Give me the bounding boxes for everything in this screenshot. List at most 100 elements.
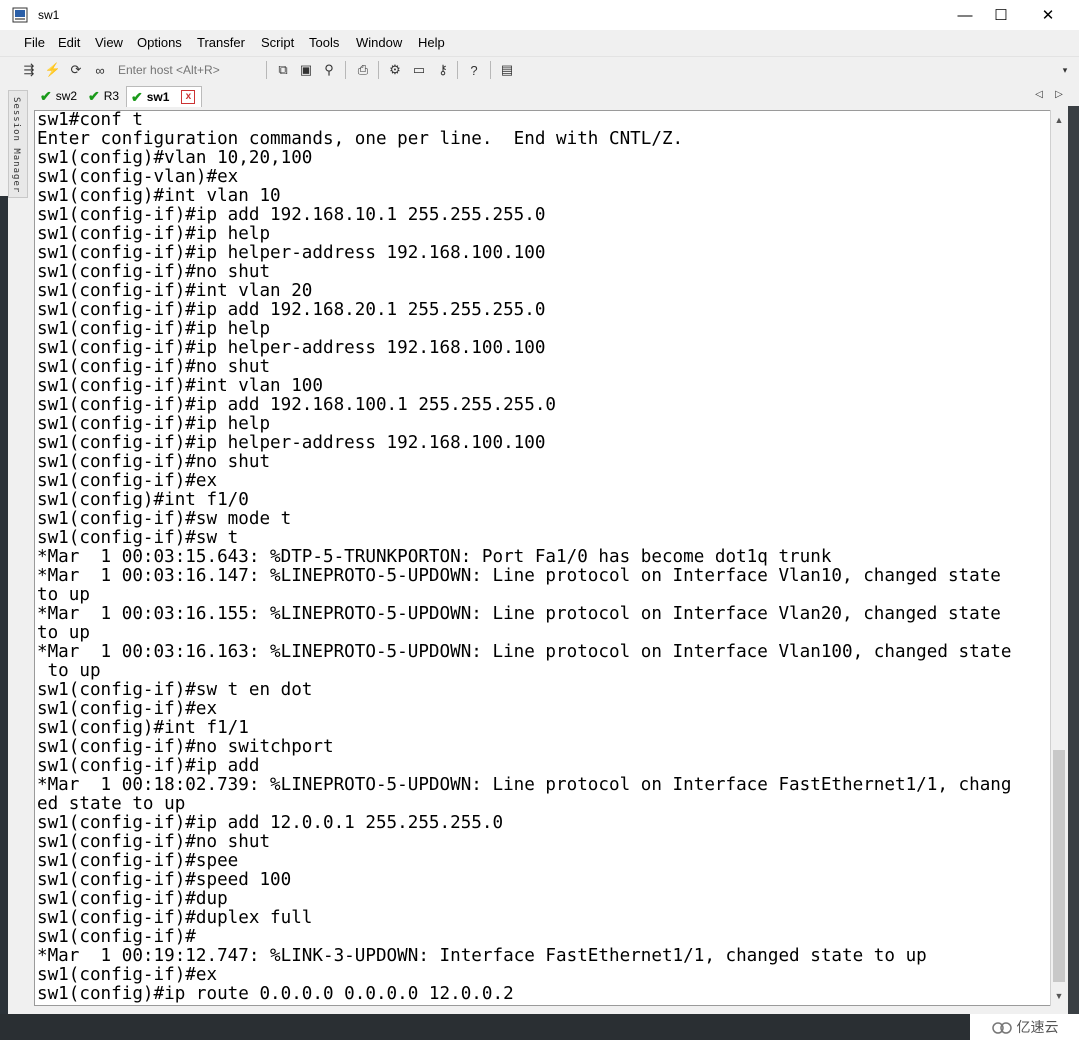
terminal-line: sw1(config-if)#ip add 192.168.100.1 255.… xyxy=(37,395,557,415)
menu-tools[interactable]: Tools xyxy=(309,35,339,50)
terminal-line: sw1(config-if)#ex xyxy=(37,699,218,719)
terminal-line: sw1(config)#ip route 0.0.0.0 0.0.0.0 12.… xyxy=(37,984,514,1004)
find-icon[interactable]: ⚲ xyxy=(320,61,338,79)
menu-transfer[interactable]: Transfer xyxy=(197,35,245,50)
toolbar-overflow-icon[interactable]: ▾ xyxy=(1056,61,1074,79)
terminal-line: *Mar 1 00:03:16.163: %LINEPROTO-5-UPDOWN… xyxy=(37,642,1012,662)
terminal-line: sw1(config-if)# xyxy=(37,927,196,947)
tab-scroll-right-icon[interactable]: ▷ xyxy=(1050,85,1068,103)
session-manager-panel[interactable]: Session Manager xyxy=(8,90,28,198)
toolbar-separator xyxy=(457,61,458,79)
help-icon[interactable]: ? xyxy=(465,61,483,79)
terminal-line: sw1(config-if)#ex xyxy=(37,471,218,491)
sftp-icon[interactable]: ▤ xyxy=(498,61,516,79)
host-input[interactable] xyxy=(114,61,268,78)
terminal-line: sw1(config-if)#int vlan 20 xyxy=(37,281,313,301)
terminal-line: to up xyxy=(37,623,90,643)
terminal-line: sw1(config-if)#sw t xyxy=(37,528,239,548)
terminal-line: sw1(config-if)#ip add xyxy=(37,756,260,776)
menu-edit[interactable]: Edit xyxy=(58,35,80,50)
app-icon xyxy=(12,7,28,23)
terminal-line: sw1#conf t xyxy=(37,110,143,130)
tab-label: R3 xyxy=(103,89,120,103)
scroll-up-icon[interactable]: ▲ xyxy=(1051,112,1067,128)
cloud-logo-icon xyxy=(991,1022,1012,1034)
terminal-line: sw1(config-if)#speed 100 xyxy=(37,870,292,890)
toolbar-separator xyxy=(266,61,267,79)
check-icon: ✔ xyxy=(40,87,52,104)
watermark-text: 亿速云 xyxy=(1016,1019,1059,1035)
terminal-line: sw1(config-vlan)#ex xyxy=(37,167,239,187)
terminal-line: sw1(config-if)#duplex full xyxy=(37,908,313,928)
check-icon: ✔ xyxy=(131,88,143,105)
session-tab-bar: ✔ sw2 ✔ R3 ✔ sw1 x ◁ ▷ xyxy=(0,84,1079,107)
terminal-line: sw1(config-if)#dup xyxy=(37,889,228,909)
watermark: 亿速云 xyxy=(970,1014,1079,1040)
menu-bar: File Edit View Options Transfer Script T… xyxy=(0,32,1079,54)
terminal-line: to up xyxy=(37,585,90,605)
toolbar: ⇶ ⚡ ⟳ ∞ ⧉ ▣ ⚲ ⎙ ⚙ ▭ ⚷ ? ▤ ▾ xyxy=(0,56,1079,83)
menu-script[interactable]: Script xyxy=(261,35,294,50)
terminal-line: sw1(config)#int f1/1 xyxy=(37,718,249,738)
copy-icon[interactable]: ⧉ xyxy=(274,61,292,79)
window-title: sw1 xyxy=(38,8,60,22)
connect-icon[interactable]: ⇶ xyxy=(20,61,38,79)
terminal-line: sw1(config-if)#int vlan 100 xyxy=(37,376,323,396)
terminal-line: sw1(config-if)#ip add 192.168.20.1 255.2… xyxy=(37,300,546,320)
quick-connect-icon[interactable]: ⚡ xyxy=(44,61,62,79)
terminal-line: sw1(config-if)#sw mode t xyxy=(37,509,292,529)
tab-r3[interactable]: ✔ R3 xyxy=(82,86,125,106)
check-icon: ✔ xyxy=(88,87,100,104)
paste-icon[interactable]: ▣ xyxy=(297,61,315,79)
terminal-line: sw1(config-if)#no shut xyxy=(37,832,271,852)
securecrt-window: sw1 — ☐ ✕ File Edit View Options Transfe… xyxy=(0,0,1079,1014)
disconnect-icon[interactable]: ∞ xyxy=(91,61,109,79)
tab-scroll-left-icon[interactable]: ◁ xyxy=(1030,85,1048,103)
menu-options[interactable]: Options xyxy=(137,35,182,50)
toolbar-separator xyxy=(490,61,491,79)
desktop-background xyxy=(1068,106,1079,1014)
close-button[interactable]: ✕ xyxy=(1025,0,1071,30)
terminal-line: sw1(config-if)#ip helper-address 192.168… xyxy=(37,243,546,263)
terminal-line: sw1(config-if)#no shut xyxy=(37,452,271,472)
desktop-background xyxy=(0,196,8,1014)
terminal-line: Enter configuration commands, one per li… xyxy=(37,129,684,149)
keymap-icon[interactable]: ⚷ xyxy=(434,61,452,79)
scroll-thumb[interactable] xyxy=(1053,750,1065,982)
terminal-line: ed state to up xyxy=(37,794,186,814)
global-options-icon[interactable]: ▭ xyxy=(410,61,428,79)
menu-help[interactable]: Help xyxy=(418,35,445,50)
terminal-scrollbar[interactable]: ▲ ▼ xyxy=(1050,110,1067,1006)
title-bar: sw1 — ☐ ✕ xyxy=(0,0,1079,30)
terminal-line: sw1(config-if)#no switchport xyxy=(37,737,334,757)
terminal-line: sw1(config-if)#ip add 192.168.10.1 255.2… xyxy=(37,205,546,225)
settings-icon[interactable]: ⚙ xyxy=(386,61,404,79)
toolbar-separator xyxy=(378,61,379,79)
terminal-line: *Mar 1 00:03:15.643: %DTP-5-TRUNKPORTON:… xyxy=(37,547,832,567)
menu-view[interactable]: View xyxy=(95,35,123,50)
menu-window[interactable]: Window xyxy=(356,35,402,50)
terminal-line: to up xyxy=(37,661,101,681)
terminal-text: sw1#conf t Enter configuration commands, … xyxy=(35,111,1051,1004)
terminal-output[interactable]: sw1#conf t Enter configuration commands, … xyxy=(34,110,1052,1006)
terminal-line: sw1(config)#int vlan 10 xyxy=(37,186,281,206)
terminal-line: sw1(config-if)#ip help xyxy=(37,319,271,339)
tab-sw2[interactable]: ✔ sw2 xyxy=(34,86,83,106)
print-icon[interactable]: ⎙ xyxy=(354,61,372,79)
tab-close-button[interactable]: x xyxy=(181,90,196,104)
reconnect-icon[interactable]: ⟳ xyxy=(67,61,85,79)
toolbar-separator xyxy=(345,61,346,79)
tab-label: sw1 xyxy=(146,90,170,104)
terminal-line: sw1(config-if)#ip add 12.0.0.1 255.255.2… xyxy=(37,813,504,833)
tab-label: sw2 xyxy=(55,89,78,103)
terminal-line: sw1(config-if)#ex xyxy=(37,965,218,985)
terminal-line: sw1(config)#vlan 10,20,100 xyxy=(37,148,313,168)
scroll-down-icon[interactable]: ▼ xyxy=(1051,988,1067,1004)
maximize-button[interactable]: ☐ xyxy=(978,0,1024,30)
terminal-line: sw1(config-if)#ip helper-address 192.168… xyxy=(37,338,546,358)
terminal-line: sw1(config-if)#sw t en dot xyxy=(37,680,313,700)
terminal-line: sw1(config-if)#ip help xyxy=(37,414,271,434)
tab-sw1[interactable]: ✔ sw1 x xyxy=(126,86,203,107)
menu-file[interactable]: File xyxy=(24,35,45,50)
terminal-line: sw1(config-if)#ip help xyxy=(37,224,271,244)
